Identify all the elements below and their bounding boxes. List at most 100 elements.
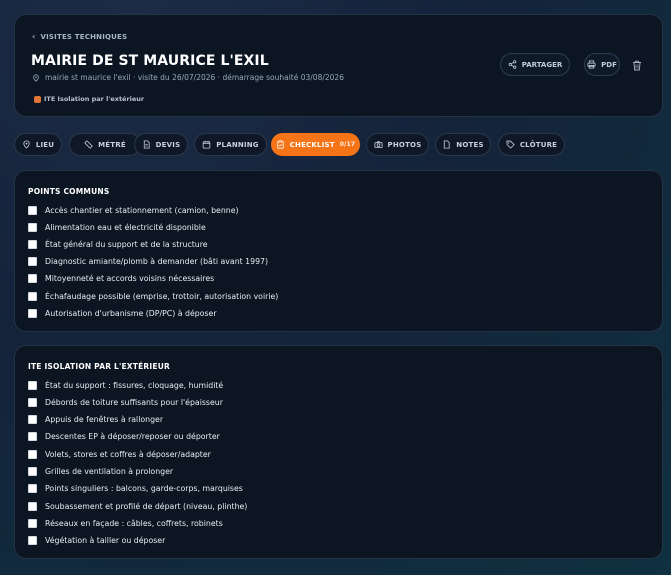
tab-planning[interactable]: PLANNING xyxy=(194,133,267,156)
checkbox[interactable] xyxy=(28,501,37,511)
tab-label: CLÔTURE xyxy=(519,140,558,149)
checkbox[interactable] xyxy=(28,256,37,266)
checklist-item-label: Appuis de fenêtres à rallonger xyxy=(45,414,164,424)
checklist-item-label: État général du support et de la structu… xyxy=(45,239,208,249)
checkbox[interactable] xyxy=(28,483,37,493)
pin-icon xyxy=(33,73,39,82)
checkbox[interactable] xyxy=(28,239,37,249)
tab-notes[interactable]: NOTES xyxy=(435,133,491,156)
checklist-item[interactable]: Alimentation eau et électricité disponib… xyxy=(28,221,206,233)
note-icon xyxy=(444,140,450,149)
checklist-item[interactable]: Végétation à tailler ou déposer xyxy=(28,534,165,546)
checkbox[interactable] xyxy=(28,397,37,407)
visit-meta: mairie st maurice l'exil · visite du 26/… xyxy=(32,73,344,82)
tab-cloture[interactable]: CLÔTURE xyxy=(498,133,565,156)
tab-label: LIEU xyxy=(35,140,55,149)
checklist-item[interactable]: Réseaux en façade : câbles, coffrets, ro… xyxy=(28,517,223,529)
checklist-item[interactable]: Échafaudage possible (emprise, trottoir,… xyxy=(28,290,278,302)
checklist-section-common: POINTS COMMUNS Accès chantier et station… xyxy=(14,170,663,332)
trash-icon xyxy=(633,60,641,70)
share-button-label: PARTAGER xyxy=(521,60,563,69)
checkbox[interactable] xyxy=(28,273,37,283)
tab-label: DEVIS xyxy=(155,140,181,149)
checklist-item[interactable]: État du support : fissures, cloquage, hu… xyxy=(28,379,223,391)
pin-icon xyxy=(23,140,30,149)
checklist-item-label: Alimentation eau et électricité disponib… xyxy=(45,222,206,232)
checklist-item[interactable]: État général du support et de la structu… xyxy=(28,238,208,250)
checklist-item-label: Végétation à tailler ou déposer xyxy=(45,535,166,545)
pdf-button-label: PDF xyxy=(601,60,617,69)
checkbox[interactable] xyxy=(28,291,37,301)
tag-icon xyxy=(506,140,515,149)
checklist-item-label: Échafaudage possible (emprise, trottoir,… xyxy=(45,291,279,301)
checkbox[interactable] xyxy=(28,222,37,232)
work-type-tag: ITE Isolation par l'extérieur xyxy=(34,95,144,103)
checklist-item[interactable]: Mitoyenneté et accords voisins nécessair… xyxy=(28,272,214,284)
checklist-item-label: Mitoyenneté et accords voisins nécessair… xyxy=(45,273,215,283)
checklist-item[interactable]: Diagnostic amiante/plomb à demander (bât… xyxy=(28,255,268,267)
checklist-item-label: Autorisation d'urbanisme (DP/PC) à dépos… xyxy=(45,308,217,318)
checklist-item-label: Grilles de ventilation à prolonger xyxy=(45,466,174,476)
delete-button[interactable] xyxy=(630,58,644,72)
back-link-label: VISITES TECHNIQUES xyxy=(40,32,128,41)
tab-label: PLANNING xyxy=(216,140,259,149)
document-icon xyxy=(143,140,150,149)
tab-label: MÉTRÉ xyxy=(98,140,126,149)
checklist-item[interactable]: Grilles de ventilation à prolonger xyxy=(28,465,173,477)
checklist-count-badge: 0/17 xyxy=(339,141,356,148)
visit-header-card: ‹ VISITES TECHNIQUES MAIRIE DE ST MAURIC… xyxy=(14,14,663,117)
checklist-item[interactable]: Soubassement et profilé de départ (nivea… xyxy=(28,500,247,512)
checklist-item-label: Débords de toiture suffisants pour l'épa… xyxy=(45,397,223,407)
tab-metre[interactable]: MÉTRÉ xyxy=(69,133,141,156)
checkbox[interactable] xyxy=(28,431,37,441)
checklist-item[interactable]: Accès chantier et stationnement (camion,… xyxy=(28,204,239,216)
checklist-item[interactable]: Points singuliers : balcons, garde-corps… xyxy=(28,482,243,494)
tab-bar: LIEU MÉTRÉ DEVIS PLANNING CHECKLIST 0/17… xyxy=(14,133,664,156)
checkbox[interactable] xyxy=(28,414,37,424)
tab-label: NOTES xyxy=(456,140,484,149)
camera-icon xyxy=(374,141,383,149)
tab-photos[interactable]: PHOTOS xyxy=(366,133,429,156)
back-link[interactable]: ‹ VISITES TECHNIQUES xyxy=(32,32,127,41)
visit-meta-text: mairie st maurice l'exil · visite du 26/… xyxy=(45,73,344,82)
checklist-item[interactable]: Débords de toiture suffisants pour l'épa… xyxy=(28,396,223,408)
tab-lieu[interactable]: LIEU xyxy=(14,133,62,156)
share-button[interactable]: PARTAGER xyxy=(500,53,570,76)
checklist-item-label: Descentes EP à déposer/reposer ou déport… xyxy=(45,431,220,441)
pdf-button[interactable]: PDF xyxy=(584,53,620,76)
calendar-icon xyxy=(202,140,211,149)
checklist-item-label: Réseaux en façade : câbles, coffrets, ro… xyxy=(45,518,223,528)
checkbox[interactable] xyxy=(28,380,37,390)
tab-checklist[interactable]: CHECKLIST 0/17 xyxy=(271,133,360,156)
checkbox[interactable] xyxy=(28,518,37,528)
checklist-item-label: Soubassement et profilé de départ (nivea… xyxy=(45,501,248,511)
tab-devis[interactable]: DEVIS xyxy=(134,133,188,156)
checkbox[interactable] xyxy=(28,308,37,318)
checklist-item-label: Volets, stores et coffres à déposer/adap… xyxy=(45,449,211,459)
checklist-item[interactable]: Autorisation d'urbanisme (DP/PC) à dépos… xyxy=(28,307,217,319)
section-title: ITE ISOLATION PAR L'EXTÉRIEUR xyxy=(28,362,170,371)
chevron-left-icon: ‹ xyxy=(32,32,36,41)
tab-label: PHOTOS xyxy=(387,140,422,149)
checklist-item-label: Diagnostic amiante/plomb à demander (bât… xyxy=(45,256,269,266)
checkbox[interactable] xyxy=(28,535,37,545)
section-title: POINTS COMMUNS xyxy=(28,187,110,196)
clipboard-icon xyxy=(277,140,284,149)
checklist-section-ite: ITE ISOLATION PAR L'EXTÉRIEUR État du su… xyxy=(14,345,663,559)
checklist-item[interactable]: Appuis de fenêtres à rallonger xyxy=(28,413,163,425)
work-type-label: ITE Isolation par l'extérieur xyxy=(44,95,145,103)
checkbox[interactable] xyxy=(28,466,37,476)
checklist-item[interactable]: Volets, stores et coffres à déposer/adap… xyxy=(28,448,211,460)
checklist-item[interactable]: Descentes EP à déposer/reposer ou déport… xyxy=(28,430,220,442)
checkbox[interactable] xyxy=(28,449,37,459)
printer-icon xyxy=(587,60,596,69)
checkbox[interactable] xyxy=(28,205,37,215)
checklist-item-label: Accès chantier et stationnement (camion,… xyxy=(45,205,239,215)
tab-label: CHECKLIST xyxy=(289,140,335,149)
page-title: MAIRIE DE ST MAURICE L'EXIL xyxy=(31,53,269,69)
checklist-item-label: État du support : fissures, cloquage, hu… xyxy=(45,380,224,390)
checklist-item-label: Points singuliers : balcons, garde-corps… xyxy=(45,483,243,493)
ruler-icon xyxy=(84,140,93,149)
share-icon xyxy=(508,60,517,69)
brick-icon xyxy=(34,95,41,103)
